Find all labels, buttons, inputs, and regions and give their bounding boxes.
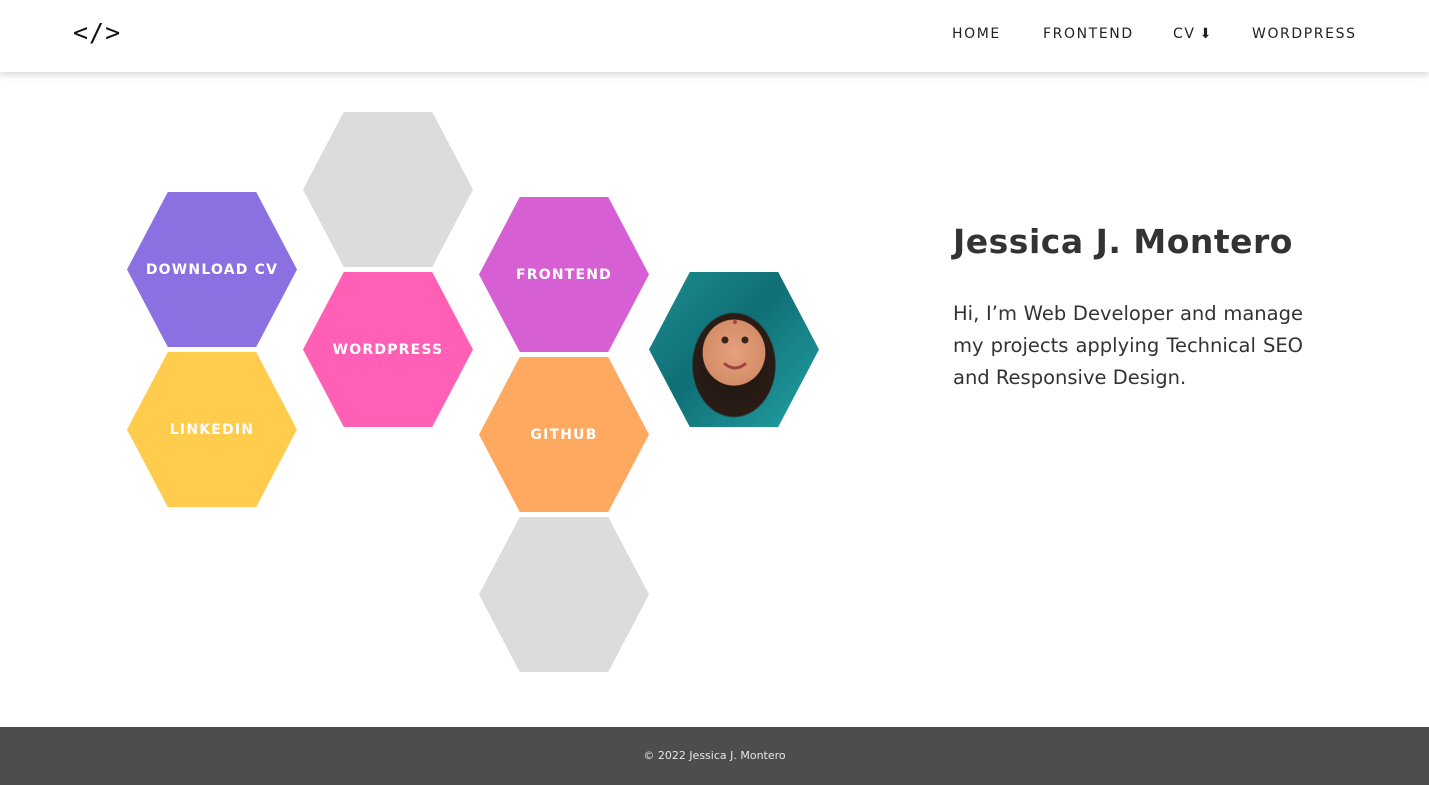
nav-cv[interactable]: CV ⬇ bbox=[1173, 26, 1213, 42]
download-arrow-icon: ⬇ bbox=[1199, 26, 1213, 42]
profile-name: Jessica J. Montero bbox=[953, 222, 1293, 261]
download-cv-label: DOWNLOAD CV bbox=[145, 261, 279, 278]
frontend-hex-button[interactable]: FRONTEND bbox=[479, 197, 649, 352]
github-hex-button[interactable]: GITHUB bbox=[479, 357, 649, 512]
placeholder-hex bbox=[303, 112, 473, 267]
placeholder-hex bbox=[479, 517, 649, 672]
wordpress-hex-button[interactable]: WORDPRESS bbox=[303, 272, 473, 427]
frontend-label: FRONTEND bbox=[515, 266, 612, 283]
profile-photo-illustration bbox=[721, 320, 749, 370]
nav-home[interactable]: HOME bbox=[952, 26, 1001, 42]
linkedin-hex-button[interactable]: LINKEDIN bbox=[127, 352, 297, 507]
wordpress-label: WORDPRESS bbox=[332, 341, 444, 358]
profile-bio: Hi, I’m Web Developer and manage my proj… bbox=[953, 302, 1303, 389]
linkedin-label: LINKEDIN bbox=[169, 421, 255, 438]
github-label: GITHUB bbox=[530, 426, 598, 443]
download-cv-hex-button[interactable]: DOWNLOAD CV bbox=[127, 192, 297, 347]
site-header: </> HOME FRONTEND CV ⬇ WORDPRESS bbox=[0, 0, 1429, 72]
nav-frontend[interactable]: FRONTEND bbox=[1043, 26, 1134, 42]
main-nav: HOME FRONTEND CV ⬇ WORDPRESS bbox=[0, 26, 1429, 46]
profile-photo-hex bbox=[649, 272, 819, 427]
site-footer: © 2022 Jessica J. Montero bbox=[0, 727, 1429, 785]
nav-wordpress[interactable]: WORDPRESS bbox=[1252, 26, 1357, 42]
nav-cv-label: CV bbox=[1173, 26, 1196, 42]
copyright-text: © 2022 Jessica J. Montero bbox=[643, 749, 786, 762]
